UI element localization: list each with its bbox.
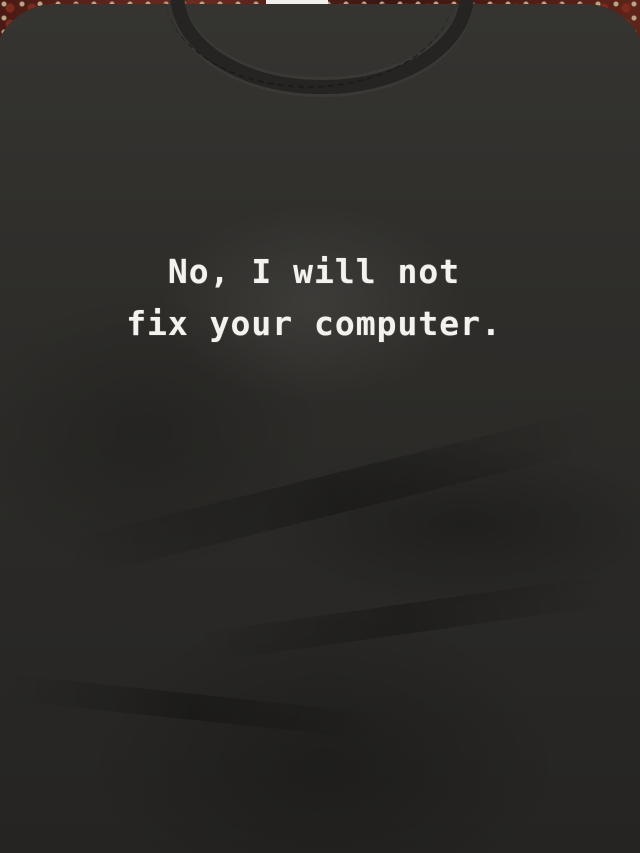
fabric-fold [193, 574, 615, 664]
black-t-shirt: No, I will not fix your computer. [0, 0, 640, 853]
print-line-2: fix your computer. [126, 304, 502, 343]
print-line-1: No, I will not [167, 252, 461, 291]
fabric-fold [57, 406, 611, 582]
shirt-print-text: No, I will not fix your computer. [54, 246, 574, 350]
photo-scene: No, I will not fix your computer. [0, 0, 640, 853]
fabric-fold [3, 674, 385, 740]
